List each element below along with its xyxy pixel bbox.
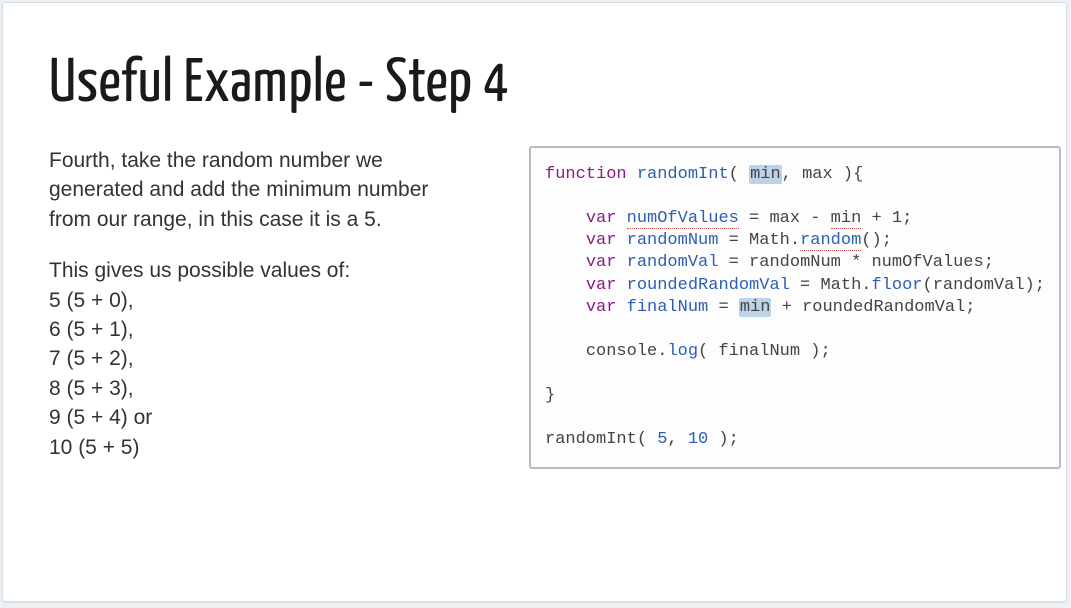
slide-title: Useful Example - Step 4 <box>49 53 1020 118</box>
brace-close: } <box>545 386 555 405</box>
value-line-0: 5 (5 + 0), <box>49 286 469 315</box>
call-rv: (randomVal); <box>923 276 1045 295</box>
keyword-var-3: var <box>586 253 617 272</box>
value-line-3: 8 (5 + 3), <box>49 374 469 403</box>
var-numOfValues: numOfValues <box>627 209 739 229</box>
code-block: function randomInt( min, max ){ var numO… <box>529 146 1061 469</box>
arg-10: 10 <box>688 430 708 449</box>
method-log: log <box>667 342 698 361</box>
function-name: randomInt <box>637 165 729 184</box>
value-line-5: 10 (5 + 5) <box>49 433 469 462</box>
content-columns: Fourth, take the random number we genera… <box>49 146 1020 469</box>
paragraph-2-intro: This gives us possible values of: <box>49 256 469 285</box>
method-random: random <box>800 231 861 251</box>
paren-open: ( <box>729 165 749 184</box>
plus-rrv: + roundedRandomVal; <box>771 298 975 317</box>
text-min-underline: min <box>831 209 862 229</box>
paren-close: ){ <box>833 165 864 184</box>
var-randomNum: randomNum <box>627 231 719 250</box>
call-finalnum: ( finalNum ); <box>698 342 831 361</box>
code-pre: function randomInt( min, max ){ var numO… <box>545 164 1045 451</box>
var-roundedRandomVal: roundedRandomVal <box>627 276 790 295</box>
param-min-highlight: min <box>749 165 782 184</box>
arg-5: 5 <box>657 430 667 449</box>
keyword-var-1: var <box>586 209 617 228</box>
eq-rn-times-nov: = randomNum * numOfValues; <box>718 253 993 272</box>
keyword-var-4: var <box>586 276 617 295</box>
param-sep: , <box>782 165 802 184</box>
slide: Useful Example - Step 4 Fourth, take the… <box>2 2 1067 602</box>
plus-one: + 1; <box>861 209 912 228</box>
eq-max-minus: = max - <box>739 209 831 228</box>
var-finalNum: finalNum <box>627 298 709 317</box>
keyword-var-5: var <box>586 298 617 317</box>
call-randomInt: randomInt( <box>545 430 657 449</box>
value-line-4: 9 (5 + 4) or <box>49 403 469 432</box>
keyword-var-2: var <box>586 231 617 250</box>
call-end: ); <box>708 430 739 449</box>
value-line-2: 7 (5 + 2), <box>49 344 469 373</box>
eq-math-1: = Math. <box>718 231 800 250</box>
paragraph-1: Fourth, take the random number we genera… <box>49 146 469 234</box>
eq-sp: = <box>708 298 739 317</box>
value-line-1: 6 (5 + 1), <box>49 315 469 344</box>
var-randomVal: randomVal <box>627 253 719 272</box>
keyword-function: function <box>545 165 627 184</box>
method-floor: floor <box>871 276 922 295</box>
call-empty: (); <box>861 231 892 250</box>
eq-math-2: = Math. <box>790 276 872 295</box>
arg-sep: , <box>667 430 687 449</box>
explanation-text: Fourth, take the random number we genera… <box>49 146 469 469</box>
min-highlight-2: min <box>739 298 772 317</box>
console: console. <box>586 342 668 361</box>
param-max: max <box>802 165 833 184</box>
